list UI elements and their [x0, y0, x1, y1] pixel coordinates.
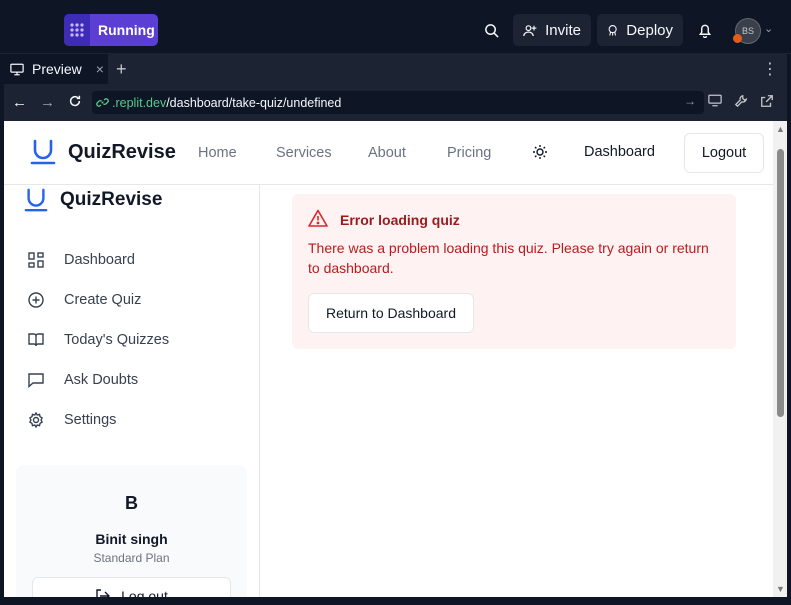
sidebar-brand-name: QuizRevise — [60, 189, 163, 210]
reload-icon[interactable] — [68, 94, 82, 112]
message-square-icon — [28, 373, 44, 388]
add-user-icon — [523, 24, 537, 36]
nav-pricing[interactable]: Pricing — [447, 145, 491, 161]
logo-u-icon — [30, 139, 56, 165]
sidebar-item-settings[interactable]: Settings — [28, 412, 116, 428]
url-bar: ← → .replit.dev/dashboard/take-quiz/unde… — [4, 84, 787, 121]
more-options-icon[interactable]: ⋮ — [762, 59, 778, 79]
page-scrollbar[interactable]: ▲ ▼ — [773, 121, 787, 597]
alert-triangle-icon — [308, 209, 328, 227]
avatar-status-badge — [733, 34, 742, 43]
replit-logo-icon — [64, 14, 90, 46]
nav-home[interactable]: Home — [198, 145, 237, 161]
go-arrow-icon[interactable]: → — [684, 94, 696, 108]
new-tab-icon[interactable]: + — [116, 59, 127, 80]
preview-tabbar: Preview × + ⋮ — [4, 54, 787, 84]
book-open-icon — [28, 333, 44, 347]
user-initial-avatar: B — [125, 493, 138, 513]
url-input[interactable]: .replit.dev/dashboard/take-quiz/undefine… — [92, 91, 704, 114]
deploy-label: Deploy — [626, 21, 673, 39]
search-icon[interactable] — [480, 14, 502, 46]
back-arrow-icon[interactable]: ← — [12, 94, 27, 111]
invite-button[interactable]: Invite — [513, 14, 591, 46]
sidebar-item-label: Ask Doubts — [64, 372, 139, 388]
nav-services[interactable]: Services — [276, 145, 332, 161]
sidebar: QuizRevise Dashboard Create Quiz Today's… — [4, 185, 260, 597]
monitor-icon — [10, 63, 24, 75]
plus-circle-icon — [28, 292, 44, 308]
sidebar-item-ask-doubts[interactable]: Ask Doubts — [28, 372, 138, 388]
sidebar-item-dashboard[interactable]: Dashboard — [28, 252, 135, 268]
chevron-down-icon[interactable]: ⌄ — [764, 22, 773, 35]
forward-arrow-icon[interactable]: → — [40, 94, 55, 111]
app-header: QuizRevise Home Services About Pricing D… — [4, 121, 773, 185]
brand-name: QuizRevise — [68, 140, 176, 163]
run-label: Running — [98, 22, 155, 38]
sidebar-item-label: Settings — [64, 412, 117, 428]
replit-topbar: Running Invite Deploy BS ⌄ — [0, 0, 791, 54]
tab-preview[interactable]: Preview × — [4, 54, 108, 84]
open-new-window-icon[interactable] — [760, 94, 774, 111]
sidebar-logout-button[interactable]: Log out — [32, 577, 231, 597]
sidebar-item-todays-quizzes[interactable]: Today's Quizzes — [28, 332, 169, 348]
sidebar-logo[interactable]: QuizRevise — [24, 187, 162, 213]
sidebar-item-create-quiz[interactable]: Create Quiz — [28, 292, 141, 308]
device-preview-icon[interactable] — [708, 94, 722, 110]
user-card: B Binit singh Standard Plan Log out — [16, 465, 247, 597]
error-alert: Error loading quiz There was a problem l… — [292, 194, 736, 349]
link-icon — [96, 98, 109, 107]
sidebar-logout-label: Log out — [121, 588, 168, 597]
user-name: Binit singh — [95, 531, 168, 547]
scroll-thumb[interactable] — [777, 149, 784, 417]
bell-icon[interactable] — [696, 14, 714, 46]
deploy-button[interactable]: Deploy — [597, 14, 683, 46]
log-out-icon — [96, 589, 111, 597]
devtools-wrench-icon[interactable] — [734, 94, 748, 111]
return-to-dashboard-button[interactable]: Return to Dashboard — [308, 293, 474, 333]
close-icon[interactable]: × — [96, 61, 104, 77]
scroll-down-arrow-icon[interactable]: ▼ — [776, 584, 785, 594]
error-message: There was a problem loading this quiz. P… — [308, 240, 709, 276]
grid-icon — [28, 252, 44, 268]
gear-icon — [28, 412, 44, 428]
deploy-icon — [608, 24, 617, 36]
theme-toggle-sun-icon[interactable] — [532, 144, 548, 165]
nav-about[interactable]: About — [368, 145, 406, 161]
sidebar-item-label: Today's Quizzes — [64, 332, 170, 348]
invite-label: Invite — [545, 21, 581, 39]
user-plan: Standard Plan — [93, 551, 170, 565]
error-title: Error loading quiz — [340, 212, 460, 228]
logout-button[interactable]: Logout — [684, 133, 764, 173]
scroll-up-arrow-icon[interactable]: ▲ — [776, 124, 785, 134]
header-logo[interactable]: QuizRevise — [30, 139, 176, 165]
run-button[interactable]: Running — [64, 14, 158, 46]
tab-label: Preview — [32, 61, 82, 77]
url-path: /dashboard/take-quiz/undefined — [166, 95, 342, 110]
logo-u-icon — [24, 188, 48, 212]
page-viewport: QuizRevise Home Services About Pricing D… — [4, 121, 787, 597]
sidebar-item-label: Dashboard — [64, 252, 135, 268]
sidebar-item-label: Create Quiz — [64, 292, 142, 308]
url-host: .replit.dev — [112, 95, 167, 110]
header-dashboard-link[interactable]: Dashboard — [584, 144, 655, 160]
